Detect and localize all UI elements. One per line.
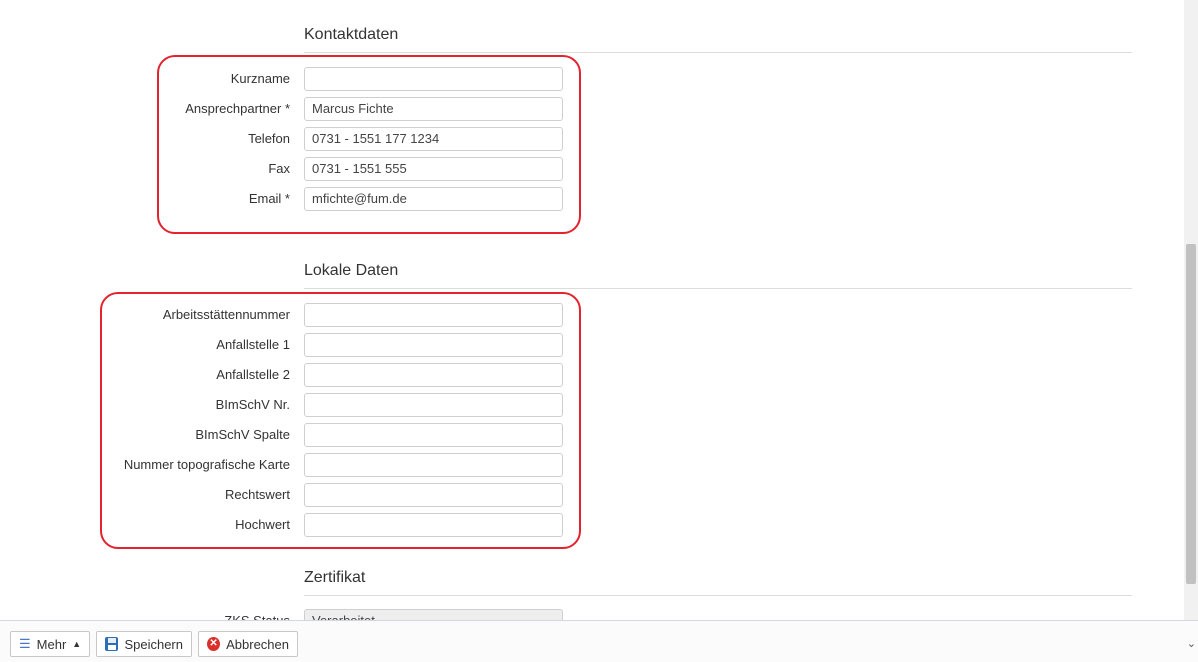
label-fax: Fax xyxy=(268,161,290,176)
label-hochwert: Hochwert xyxy=(235,517,290,532)
cancel-button[interactable]: ✕ Abbrechen xyxy=(198,631,298,657)
bimschv-spalte-input[interactable] xyxy=(304,423,563,447)
caret-up-icon: ▲ xyxy=(72,639,82,649)
hochwert-input[interactable] xyxy=(304,513,563,537)
save-button-label: Speichern xyxy=(124,636,183,652)
highlight-local-fields xyxy=(100,292,581,549)
label-arbeitsstaettennummer: Arbeitsstättennummer xyxy=(162,307,290,322)
rechtswert-input[interactable] xyxy=(304,483,563,507)
kurzname-input[interactable] xyxy=(304,67,563,91)
section-title-zertifikat: Zertifikat xyxy=(304,569,366,586)
bimschv-nr-input[interactable] xyxy=(304,393,563,417)
label-bimschv-nr: BImSchV Nr. xyxy=(215,397,290,412)
more-button[interactable]: ☰ Mehr ▲ xyxy=(10,631,90,657)
label-ansprechpartner: Ansprechpartner * xyxy=(185,101,290,116)
cancel-button-label: Abbrechen xyxy=(226,636,289,652)
label-anfallstelle-2: Anfallstelle 2 xyxy=(216,367,290,382)
anfallstelle-1-input[interactable] xyxy=(304,333,563,357)
save-button[interactable]: Speichern xyxy=(96,631,192,657)
label-rechtswert: Rechtswert xyxy=(224,487,290,502)
nummer-topografische-karte-input[interactable] xyxy=(304,453,563,477)
label-email: Email * xyxy=(248,191,290,206)
label-anfallstelle-1: Anfallstelle 1 xyxy=(216,337,290,352)
anfallstelle-2-input[interactable] xyxy=(304,363,563,387)
section-title-kontaktdaten: Kontaktdaten xyxy=(304,26,399,43)
chevron-down-icon[interactable]: ⌄ xyxy=(1187,637,1196,650)
label-nummer-topografische-karte: Nummer topografische Karte xyxy=(123,457,290,472)
footer-toolbar: ☰ Mehr ▲ Speichern ✕ Abbrechen ⌄ xyxy=(0,620,1198,662)
list-icon: ☰ xyxy=(19,636,31,651)
close-circle-icon: ✕ xyxy=(207,637,221,651)
section-divider xyxy=(304,595,1132,596)
ansprechpartner-input[interactable]: Marcus Fichte xyxy=(304,97,563,121)
more-button-label: Mehr xyxy=(36,636,67,652)
section-title-lokale-daten: Lokale Daten xyxy=(304,262,399,279)
label-telefon: Telefon xyxy=(248,131,290,146)
arbeitsstaettennummer-input[interactable] xyxy=(304,303,563,327)
section-divider xyxy=(304,288,1132,289)
section-divider xyxy=(304,52,1132,53)
label-kurzname: Kurzname xyxy=(230,71,290,86)
page-scrollbar[interactable] xyxy=(1184,0,1198,661)
telefon-input[interactable]: 0731 - 1551 177 1234 xyxy=(304,127,563,151)
label-bimschv-spalte: BImSchV Spalte xyxy=(195,427,290,442)
floppy-disk-icon xyxy=(105,637,119,651)
fax-input[interactable]: 0731 - 1551 555 xyxy=(304,157,563,181)
email-input[interactable]: mfichte@fum.de xyxy=(304,187,563,211)
scrollbar-thumb[interactable] xyxy=(1186,244,1196,584)
